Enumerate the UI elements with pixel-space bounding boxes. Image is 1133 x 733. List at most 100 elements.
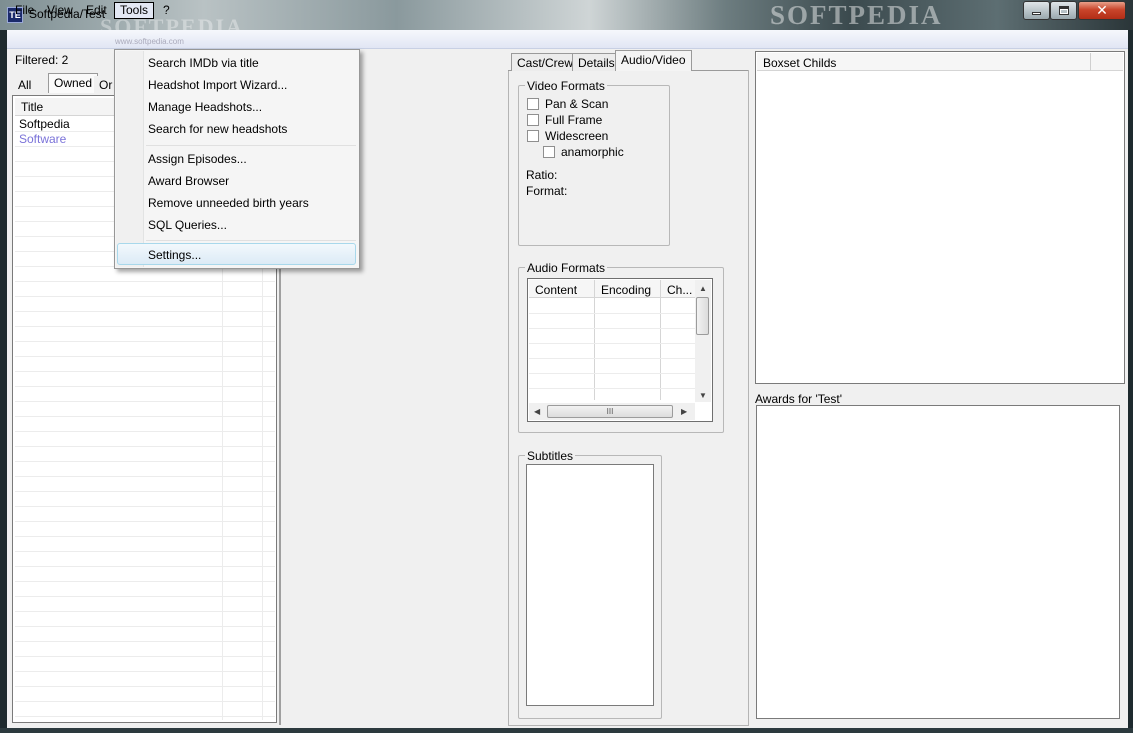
grid-line xyxy=(15,431,275,432)
full-frame-label: Full Frame xyxy=(545,113,603,127)
menu-item-settings[interactable]: Settings... xyxy=(148,248,201,262)
awards-label: Awards for 'Test' xyxy=(755,392,843,406)
grid-line xyxy=(15,296,275,297)
awards-list[interactable] xyxy=(756,405,1120,719)
menu-item-assign-episodes[interactable]: Assign Episodes... xyxy=(148,152,247,166)
grid-line xyxy=(15,506,275,507)
menu-item-manage-headshots[interactable]: Manage Headshots... xyxy=(148,100,262,114)
minimize-button[interactable] xyxy=(1023,1,1050,20)
menu-view[interactable]: View xyxy=(41,2,79,19)
column-channels[interactable]: Ch... xyxy=(667,283,692,297)
menu-separator xyxy=(146,145,356,146)
grid-line xyxy=(15,611,275,612)
tab-details[interactable]: Details xyxy=(572,53,621,71)
column-encoding[interactable]: Encoding xyxy=(601,283,651,297)
menu-help[interactable]: ? xyxy=(157,2,176,19)
checkbox-box[interactable] xyxy=(527,114,539,126)
watermark-large: SOFTPEDIA xyxy=(770,0,943,30)
tab-audio-video[interactable]: Audio/Video xyxy=(615,50,692,71)
checkbox-box[interactable] xyxy=(527,130,539,142)
list-column-title[interactable]: Title xyxy=(21,100,43,114)
menu-item-award-browser[interactable]: Award Browser xyxy=(148,174,229,188)
list-item[interactable]: Software xyxy=(19,132,66,146)
menu-item-remove-birth-years[interactable]: Remove unneeded birth years xyxy=(148,196,309,210)
tab-all[interactable]: All xyxy=(13,76,37,94)
tab-owned[interactable]: Owned xyxy=(48,73,99,93)
widescreen-checkbox[interactable]: Widescreen xyxy=(527,129,608,143)
checkbox-box[interactable] xyxy=(527,98,539,110)
scroll-down-icon[interactable]: ▼ xyxy=(699,391,707,400)
menu-item-search-imdb[interactable]: Search IMDb via title xyxy=(148,56,259,70)
subtitles-title: Subtitles xyxy=(525,449,576,463)
column-boxset-childs[interactable]: Boxset Childs xyxy=(763,56,836,70)
grid-line xyxy=(15,461,275,462)
grid-line xyxy=(15,386,275,387)
list-item[interactable]: Softpedia xyxy=(19,117,70,131)
pan-scan-checkbox[interactable]: Pan & Scan xyxy=(527,97,608,111)
grid-line xyxy=(529,388,695,389)
menu-file[interactable]: File xyxy=(9,2,40,19)
watermark-url: www.softpedia.com xyxy=(115,37,184,46)
grid-line xyxy=(15,341,275,342)
grid-line xyxy=(15,686,275,687)
horizontal-scroll-thumb[interactable]: III xyxy=(547,405,673,418)
grid-line xyxy=(529,313,695,314)
subtitles-list[interactable] xyxy=(526,464,654,706)
grid-line xyxy=(15,656,275,657)
grid-line xyxy=(15,356,275,357)
filtered-count: Filtered: 2 xyxy=(15,53,69,67)
grid-line xyxy=(529,343,695,344)
grid-line xyxy=(15,311,275,312)
grid-line xyxy=(15,326,275,327)
column-separator xyxy=(660,280,661,400)
grid-line xyxy=(15,491,275,492)
grid-line xyxy=(15,281,275,282)
anamorphic-checkbox[interactable]: anamorphic xyxy=(543,145,624,159)
checkbox-box[interactable] xyxy=(543,146,555,158)
maximize-icon xyxy=(1058,6,1069,15)
tab-cast-crew[interactable]: Cast/Crew xyxy=(511,53,580,71)
grid-line xyxy=(15,446,275,447)
menu-tools[interactable]: Tools xyxy=(114,2,155,19)
grid-line xyxy=(15,476,275,477)
scroll-right-icon[interactable]: ▶ xyxy=(681,407,687,416)
grid-line xyxy=(15,716,275,717)
format-label: Format: xyxy=(526,184,568,198)
menu-edit[interactable]: Edit xyxy=(80,2,113,19)
audio-formats-list[interactable] xyxy=(527,278,713,422)
grid-line xyxy=(15,566,275,567)
column-separator xyxy=(594,280,595,400)
grid-line xyxy=(529,328,695,329)
minimize-icon xyxy=(1032,12,1041,15)
vertical-scroll-thumb[interactable] xyxy=(696,297,709,335)
widescreen-label: Widescreen xyxy=(545,129,609,143)
full-frame-checkbox[interactable]: Full Frame xyxy=(527,113,602,127)
grid-line xyxy=(15,521,275,522)
grid-line xyxy=(15,671,275,672)
grid-line xyxy=(529,373,695,374)
menu-item-sql-queries[interactable]: SQL Queries... xyxy=(148,218,227,232)
grid-line xyxy=(15,536,275,537)
menu-item-search-new-headshots[interactable]: Search for new headshots xyxy=(148,122,287,136)
close-button[interactable]: ✕ xyxy=(1078,1,1126,20)
scroll-left-icon[interactable]: ◀ xyxy=(534,407,540,416)
audio-formats-title: Audio Formats xyxy=(525,261,608,275)
scroll-up-icon[interactable]: ▲ xyxy=(699,284,707,293)
grid-line xyxy=(15,551,275,552)
column-content[interactable]: Content xyxy=(535,283,577,297)
menu-icon-gutter xyxy=(116,51,144,267)
grid-line xyxy=(15,641,275,642)
ratio-label: Ratio: xyxy=(526,168,558,182)
grid-line xyxy=(15,416,275,417)
grid-line xyxy=(15,701,275,702)
grid-line xyxy=(15,626,275,627)
pan-scan-label: Pan & Scan xyxy=(545,97,609,111)
menu-separator xyxy=(146,240,356,241)
column-separator xyxy=(1090,53,1091,71)
maximize-button[interactable] xyxy=(1050,1,1077,20)
boxset-childs-list[interactable] xyxy=(755,51,1125,384)
menu-item-headshot-import-wizard[interactable]: Headshot Import Wizard... xyxy=(148,78,287,92)
grid-line xyxy=(15,596,275,597)
grid-line xyxy=(529,358,695,359)
grid-line xyxy=(15,581,275,582)
